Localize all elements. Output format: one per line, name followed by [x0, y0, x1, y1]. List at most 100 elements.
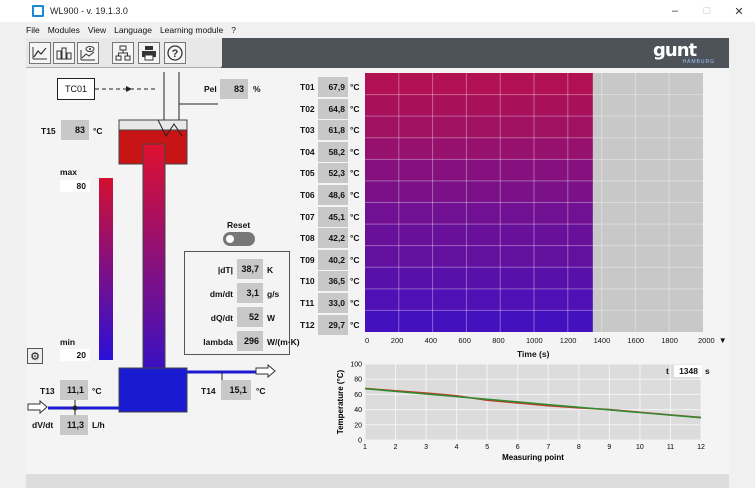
observe-button[interactable] [77, 42, 99, 64]
chart-y-tick: 40 [354, 407, 362, 414]
heatmap-x-tick: 1400 [593, 336, 611, 345]
sensor-unit: °C [350, 319, 360, 330]
max-input[interactable]: 80 [60, 180, 90, 192]
heatmap-x-tick: 200 [390, 336, 404, 345]
calc-unit: W/(m·K) [267, 337, 300, 347]
calculation-panel: |dT| 38,7 Kdm/dt 3,1 g/s dQ/dt 52 Wlambda 296 W/(… [184, 251, 300, 355]
heatmap-x-tick: 0 [365, 336, 370, 345]
max-label: max [60, 167, 78, 177]
sensor-value: 48,6 [318, 185, 348, 205]
calc-label: dm/dt [209, 289, 233, 299]
sensor-value: 33,0 [318, 293, 348, 313]
svg-text:?: ? [172, 48, 179, 60]
settings-button[interactable]: ⚙ [27, 348, 43, 364]
reset-label: Reset [227, 220, 251, 230]
sensor-value: 67,9 [318, 77, 348, 97]
toolbar: ? gunt HAMBURG [26, 38, 729, 68]
menu-view[interactable]: View [88, 25, 106, 35]
tc01-controller[interactable]: TC01 [57, 78, 95, 100]
chart-x-tick: 5 [485, 444, 489, 451]
heatmap-x-tick: 1600 [627, 336, 645, 345]
calc-unit: K [267, 265, 274, 275]
help-icon: ? [167, 45, 183, 61]
menu-learning-module[interactable]: Learning module [160, 25, 223, 35]
network-button[interactable] [112, 42, 134, 64]
status-bar [26, 474, 729, 488]
calc-value: 3,1 [237, 283, 263, 303]
calc-unit: W [267, 313, 276, 323]
t13-label: T13 [40, 386, 55, 396]
chart-y-label: Temperature (°C) [336, 369, 345, 434]
bar-view-button[interactable] [53, 42, 75, 64]
chart-x-label: Measuring point [502, 453, 564, 462]
line-chart-icon [32, 47, 47, 60]
print-button[interactable] [138, 42, 160, 64]
sensor-value: 58,2 [318, 141, 348, 162]
window-title: WL900 - v. 19.1.3.0 [50, 6, 128, 16]
pel-value: 83 [220, 79, 248, 99]
calc-value: 38,7 [237, 259, 263, 279]
chart-view-button[interactable] [29, 42, 51, 64]
min-input[interactable]: 20 [60, 349, 90, 361]
temperature-scale [99, 178, 113, 360]
chart-x-tick: 7 [546, 444, 550, 451]
chart-x-tick: 9 [607, 444, 611, 451]
outlet-arrow-icon [255, 363, 276, 379]
close-button[interactable]: ✕ [723, 0, 755, 22]
chart-x-tick: 8 [577, 444, 581, 451]
time-readout-unit: s [705, 366, 710, 376]
calc-value: 52 [237, 307, 263, 327]
sensor-unit: °C [350, 103, 360, 114]
chart-plot-area [364, 363, 702, 441]
menu-modules[interactable]: Modules [48, 25, 80, 35]
chart-x-tick: 10 [636, 444, 644, 451]
pel-label: Pel [204, 84, 217, 94]
sensor-unit: °C [350, 233, 360, 244]
gear-icon: ⚙ [30, 350, 40, 363]
time-readout-label: t [666, 366, 669, 376]
min-label: min [60, 337, 76, 347]
sensor-value: 61,8 [318, 120, 348, 141]
sensor-value: 52,3 [318, 163, 348, 184]
sensor-unit: °C [350, 168, 360, 179]
reset-toggle[interactable] [223, 232, 255, 246]
calc-label: dQ/dt [210, 313, 233, 323]
calc-unit: g/s [267, 289, 280, 299]
chart-y-tick: 0 [358, 438, 362, 445]
chart-y-tick: 100 [350, 362, 362, 369]
sensor-unit: °C [350, 211, 360, 222]
heatmap-x-tick: 600 [458, 336, 471, 345]
sensor-unit: °C [350, 276, 360, 287]
eye-chart-icon [80, 46, 95, 61]
time-range-select[interactable]: 2000 ▼ [698, 336, 730, 345]
toolbar-banner: gunt HAMBURG [221, 38, 729, 68]
heatmap-x-tick: 1200 [559, 336, 577, 345]
menu-help[interactable]: ? [231, 25, 236, 35]
specimen-rod [142, 143, 166, 391]
dropdown-arrow-icon: ▼ [718, 336, 727, 345]
help-button[interactable]: ? [164, 42, 186, 64]
t14-label: T14 [201, 386, 216, 396]
menu-language[interactable]: Language [114, 25, 152, 35]
menu-file[interactable]: File [26, 25, 40, 35]
sensor-value: 36,5 [318, 271, 348, 292]
t13-value: 11,1 [60, 380, 88, 400]
sensor-unit: °C [350, 298, 360, 308]
dvdt-value: 11,3 [60, 415, 88, 435]
inlet-arrow-icon [27, 399, 48, 415]
heatmap-x-tick: 400 [424, 336, 438, 345]
sensor-unit: °C [350, 254, 360, 265]
cooler-block [118, 367, 188, 413]
maximize-button[interactable]: □ [691, 0, 723, 22]
t15-label: T15 [41, 126, 56, 136]
banner-edge [221, 38, 241, 68]
sensor-unit: °C [350, 125, 360, 136]
chart-x-tick: 12 [697, 444, 705, 451]
gunt-logo: gunt HAMBURG [653, 40, 715, 65]
printer-icon [142, 46, 156, 61]
heatmap-x-tick: 1000 [526, 336, 543, 345]
main-panel: TC01 Pel 83 % T15 83 °C max 80 min 20 ⚙ … [26, 68, 729, 474]
sensor-value: 29,7 [318, 314, 348, 335]
minimize-button[interactable]: – [659, 0, 691, 22]
chart-y-tick: 20 [354, 422, 362, 429]
